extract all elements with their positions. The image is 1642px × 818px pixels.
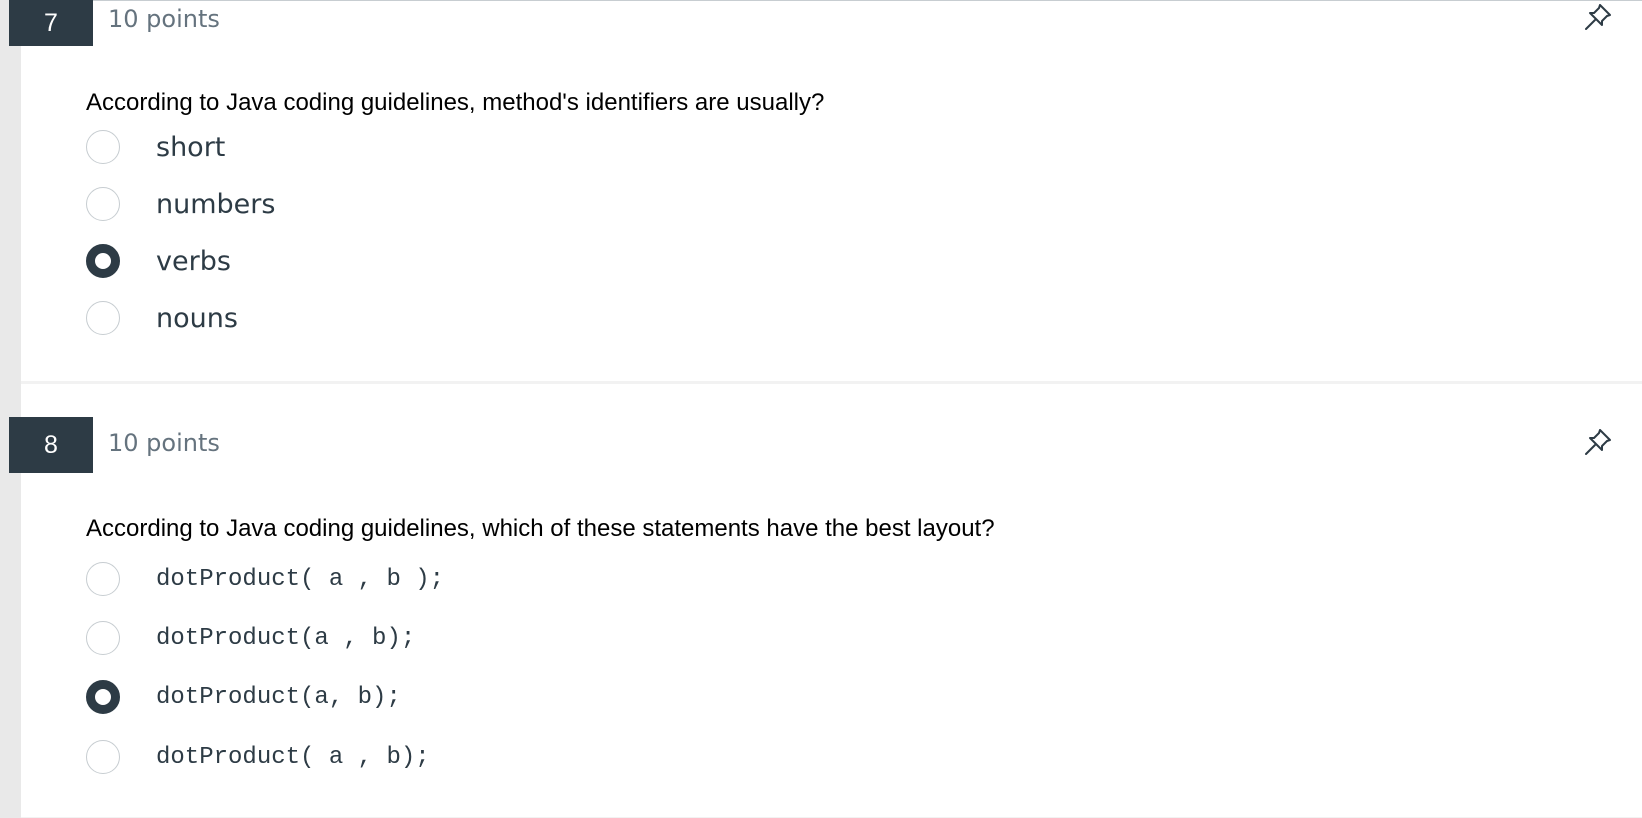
radio-button[interactable] bbox=[86, 562, 120, 596]
answer-option[interactable]: nouns bbox=[86, 300, 238, 336]
pushpin-icon[interactable] bbox=[1583, 427, 1613, 457]
radio-button-checked[interactable] bbox=[86, 680, 120, 714]
answer-code-label[interactable]: dotProduct(a , b); bbox=[156, 625, 415, 652]
answer-option-selected[interactable]: dotProduct(a, b); bbox=[86, 679, 401, 715]
question-points: 10 points bbox=[108, 5, 220, 33]
question-points: 10 points bbox=[108, 429, 220, 457]
answer-option[interactable]: dotProduct(a , b); bbox=[86, 620, 415, 656]
answer-label[interactable]: short bbox=[156, 132, 225, 163]
answer-code-label[interactable]: dotProduct( a , b); bbox=[156, 744, 430, 771]
answer-option[interactable]: dotProduct( a , b); bbox=[86, 739, 430, 775]
question-number-badge: 8 bbox=[9, 417, 93, 473]
question-text: According to Java coding guidelines, met… bbox=[86, 89, 825, 116]
radio-button-checked[interactable] bbox=[86, 244, 120, 278]
radio-button[interactable] bbox=[86, 130, 120, 164]
question-text: According to Java coding guidelines, whi… bbox=[86, 515, 995, 542]
radio-button[interactable] bbox=[86, 187, 120, 221]
answer-option[interactable]: short bbox=[86, 129, 225, 165]
radio-button[interactable] bbox=[86, 621, 120, 655]
answer-label[interactable]: verbs bbox=[156, 246, 231, 277]
answer-code-label[interactable]: dotProduct(a, b); bbox=[156, 684, 401, 711]
left-gutter bbox=[0, 0, 21, 818]
answer-label[interactable]: numbers bbox=[156, 189, 275, 220]
answer-option[interactable]: dotProduct( a , b ); bbox=[86, 561, 444, 597]
answer-option-selected[interactable]: verbs bbox=[86, 243, 231, 279]
answer-option[interactable]: numbers bbox=[86, 186, 275, 222]
pushpin-icon[interactable] bbox=[1583, 2, 1613, 32]
answer-code-label[interactable]: dotProduct( a , b ); bbox=[156, 566, 444, 593]
question-number-badge: 7 bbox=[9, 0, 93, 46]
radio-button[interactable] bbox=[86, 301, 120, 335]
radio-button[interactable] bbox=[86, 740, 120, 774]
answer-label[interactable]: nouns bbox=[156, 303, 238, 334]
